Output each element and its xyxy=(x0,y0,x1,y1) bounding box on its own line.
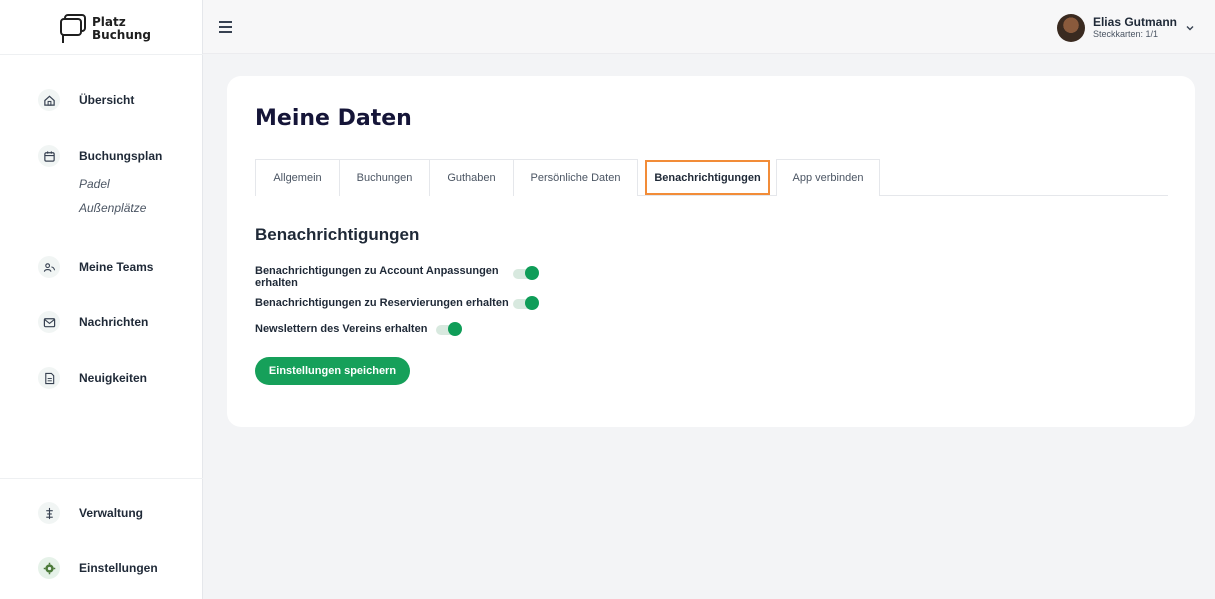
tab-guthaben[interactable]: Guthaben xyxy=(429,159,514,196)
sidebar-item-label: Buchungsplan xyxy=(79,149,163,163)
sliders-icon xyxy=(38,502,60,524)
sidebar-item-verwaltung[interactable]: Verwaltung xyxy=(0,498,203,528)
page-title: Meine Daten xyxy=(255,106,412,131)
toggle-reservation-notifications[interactable] xyxy=(513,296,539,310)
sidebar-item-meine-teams[interactable]: Meine Teams xyxy=(0,252,203,282)
sidebar-item-neuigkeiten[interactable]: Neuigkeiten xyxy=(0,363,203,393)
home-icon xyxy=(38,89,60,111)
logo-icon xyxy=(60,14,86,43)
pref-label-account: Benachrichtigungen zu Account Anpassunge… xyxy=(255,265,499,289)
section-title: Benachrichtigungen xyxy=(255,225,420,244)
tab-bar: Allgemein Buchungen Guthaben Persönliche… xyxy=(255,159,1168,196)
content-card: Meine Daten Allgemein Buchungen Guthaben… xyxy=(227,76,1195,427)
gear-icon xyxy=(38,557,60,579)
logo-text: Platz Buchung xyxy=(92,16,151,42)
divider xyxy=(0,54,203,55)
sidebar-item-buchungsplan[interactable]: Buchungsplan xyxy=(0,141,203,171)
topbar: Elias Gutmann Steckkarten: 1/1 xyxy=(203,0,1215,54)
sidebar-item-einstellungen[interactable]: Einstellungen xyxy=(0,553,203,583)
tab-persoenliche-daten[interactable]: Persönliche Daten xyxy=(513,159,638,196)
avatar[interactable] xyxy=(1056,14,1085,42)
document-icon xyxy=(38,367,60,389)
sidebar-item-uebersicht[interactable]: Übersicht xyxy=(0,85,203,115)
sidebar-item-label: Meine Teams xyxy=(79,260,154,274)
sidebar-item-nachrichten[interactable]: Nachrichten xyxy=(0,307,203,337)
logo[interactable]: Platz Buchung xyxy=(60,14,151,44)
tab-benachrichtigungen[interactable]: Benachrichtigungen xyxy=(645,160,770,195)
toggle-account-notifications[interactable] xyxy=(513,266,539,280)
mail-icon xyxy=(38,311,60,333)
pref-label-line: Benachrichtigungen zu Account Anpassunge… xyxy=(255,265,499,277)
sidebar-item-label: Übersicht xyxy=(79,93,135,107)
sidebar-subitem-aussenplaetze[interactable]: Außenplätze xyxy=(79,201,146,215)
sidebar-item-label: Verwaltung xyxy=(79,506,144,520)
sidebar-item-label: Einstellungen xyxy=(79,561,158,575)
team-icon xyxy=(38,256,60,278)
save-settings-button[interactable]: Einstellungen speichern xyxy=(255,357,410,385)
sidebar-item-label: Nachrichten xyxy=(79,315,149,329)
user-name: Elias Gutmann xyxy=(1092,15,1177,29)
chevron-down-icon[interactable] xyxy=(1185,23,1195,33)
pref-label-reservations: Benachrichtigungen zu Reservierungen erh… xyxy=(255,297,509,309)
toggle-newsletter[interactable] xyxy=(436,322,462,336)
user-subtitle: Steckkarten: 1/1 xyxy=(1092,29,1159,39)
divider xyxy=(0,478,203,479)
sidebar: Platz Buchung Übersicht Buchungsplan Pad… xyxy=(0,0,203,599)
toggle-knob xyxy=(525,266,539,280)
pref-label-line: erhalten xyxy=(255,277,298,289)
user-menu[interactable]: Elias Gutmann Steckkarten: 1/1 xyxy=(1056,14,1195,42)
hamburger-icon[interactable] xyxy=(219,21,232,33)
pref-label-newsletter: Newslettern des Vereins erhalten xyxy=(255,323,428,335)
tab-buchungen[interactable]: Buchungen xyxy=(339,159,430,196)
toggle-knob xyxy=(448,322,462,336)
calendar-icon xyxy=(38,145,60,167)
tab-allgemein[interactable]: Allgemein xyxy=(255,159,340,196)
toggle-knob xyxy=(525,296,539,310)
logo-line2: Buchung xyxy=(92,28,152,42)
sidebar-subitem-padel[interactable]: Padel xyxy=(79,177,110,191)
sidebar-item-label: Neuigkeiten xyxy=(79,371,148,385)
tab-app-verbinden[interactable]: App verbinden xyxy=(776,159,880,196)
